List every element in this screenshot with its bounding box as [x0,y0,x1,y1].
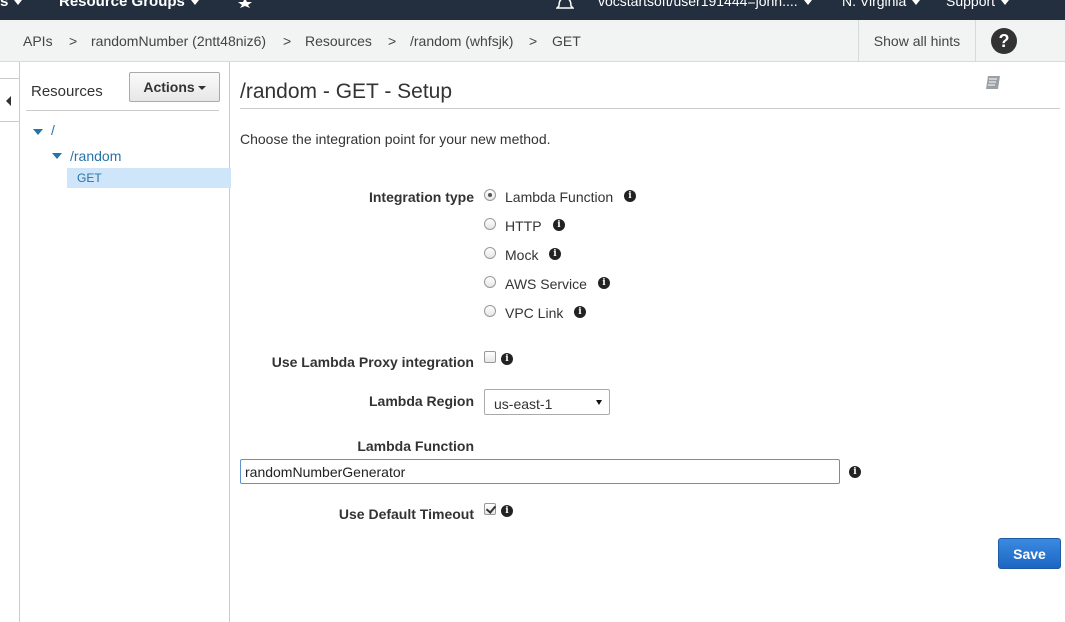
top-navigation-bar: s Resource Groups vocstartsoft/user19144… [0,0,1065,20]
radio-vpc-link[interactable] [484,305,496,317]
breadcrumb-method: GET [552,33,581,49]
lambda-proxy-label: Use Lambda Proxy integration [271,354,474,370]
radio-mock[interactable] [484,247,496,259]
collapse-sidebar-button[interactable] [0,78,20,122]
radio-label-http[interactable]: HTTP [505,218,542,234]
chevron-down-icon [912,0,921,5]
breadcrumb-apis[interactable]: APIs [23,33,53,49]
tree-item-get-label: GET [77,171,102,185]
radio-aws-service[interactable] [484,276,496,288]
lambda-function-label: Lambda Function [357,438,474,454]
breadcrumb-resource[interactable]: /random (whfsjk) [410,33,513,49]
lambda-function-input[interactable] [240,459,840,484]
chevron-down-icon [190,0,199,5]
show-all-hints-button[interactable]: Show all hints [858,20,976,62]
book-icon[interactable] [984,74,1002,92]
info-icon[interactable]: i [501,505,513,517]
default-timeout-checkbox[interactable] [484,503,496,515]
resources-sidebar: Resources Actions / /random GET [19,62,231,622]
radio-label-aws-service[interactable]: AWS Service [505,276,587,292]
lambda-region-label: Lambda Region [368,393,474,409]
lambda-region-select[interactable]: us-east-1 [484,389,610,415]
default-timeout-label: Use Default Timeout [338,506,474,522]
integration-type-label: Integration type [368,189,474,205]
support-menu[interactable]: Support [946,0,1010,9]
breadcrumb-separator: > [69,33,78,49]
radio-label-mock[interactable]: Mock [505,247,538,263]
save-button[interactable]: Save [998,538,1061,569]
intro-text: Choose the integration point for your ne… [240,131,551,147]
breadcrumb-separator: > [388,33,397,49]
tree-item-get[interactable]: GET [67,168,231,188]
lambda-proxy-checkbox[interactable] [484,351,496,363]
region-menu[interactable]: N. Virginia [842,0,921,9]
breadcrumb-separator: > [529,33,538,49]
account-menu[interactable]: vocstartsoft/user191444=john.... [598,0,812,9]
radio-http[interactable] [484,218,496,230]
chevron-down-icon [1001,0,1010,5]
breadcrumb-separator: > [283,33,292,49]
breadcrumb-api-name[interactable]: randomNumber (2ntt48niz6) [91,33,266,49]
radio-lambda-function[interactable] [484,189,496,201]
chevron-down-icon [803,0,812,5]
divider [240,108,1060,109]
chevron-down-icon [14,0,23,5]
breadcrumb-resources[interactable]: Resources [305,33,372,49]
tree-expand-icon[interactable] [52,153,62,159]
breadcrumb: APIs > randomNumber (2ntt48niz6) > Resou… [0,20,1065,62]
divider [26,110,219,111]
info-icon[interactable]: i [574,306,586,318]
tree-item-root[interactable]: / [51,122,55,138]
radio-label-lambda-function[interactable]: Lambda Function [505,189,613,205]
resources-title: Resources [31,83,103,100]
bell-icon[interactable] [556,0,574,10]
tree-item-random[interactable]: /random [70,148,121,164]
info-icon[interactable]: i [549,248,561,260]
info-icon[interactable]: i [849,466,861,478]
chevron-down-icon [197,86,206,91]
info-icon[interactable]: i [598,277,610,289]
resource-groups-menu[interactable]: Resource Groups [59,0,199,10]
info-icon[interactable]: i [624,190,636,202]
info-icon[interactable]: i [553,219,565,231]
info-icon[interactable]: i [501,353,513,365]
services-menu[interactable]: s [0,0,23,10]
help-icon[interactable]: ? [991,28,1017,54]
chevron-down-icon [596,400,602,405]
radio-label-vpc-link[interactable]: VPC Link [505,305,563,321]
pin-icon[interactable] [238,0,252,8]
page-title: /random - GET - Setup [240,80,453,103]
tree-expand-icon[interactable] [33,129,43,135]
actions-button[interactable]: Actions [129,72,220,102]
